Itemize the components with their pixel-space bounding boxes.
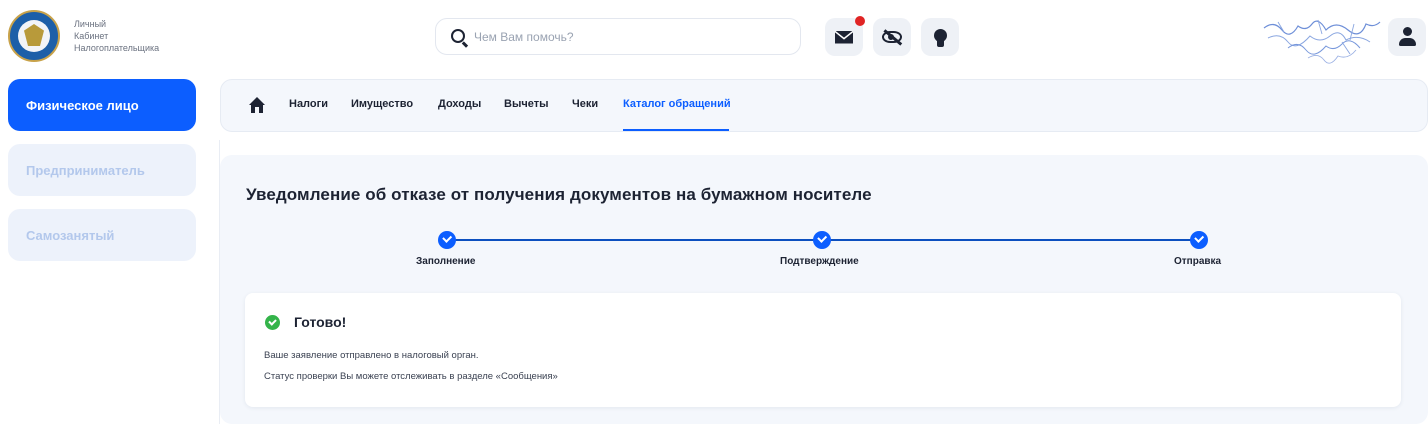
lightbulb-icon	[933, 28, 947, 47]
step-done-icon	[813, 231, 831, 249]
sidebar-item-self-employed[interactable]: Самозанятый	[8, 209, 196, 261]
brand-line: Кабинет	[74, 31, 109, 41]
brand-title: Личный Кабинет Налогоплательщика	[74, 18, 159, 54]
tab-taxes[interactable]: Налоги	[289, 98, 328, 110]
search-box[interactable]	[435, 18, 801, 55]
brand-line: Налогоплательщика	[74, 43, 160, 53]
result-message: Ваше заявление отправлено в налоговый ор…	[264, 350, 479, 361]
result-card: Готово! Ваше заявление отправлено в нало…	[245, 293, 1401, 407]
search-input[interactable]	[474, 28, 784, 46]
result-title: Готово!	[294, 314, 347, 330]
page-title: Уведомление об отказе от получения докум…	[246, 185, 872, 204]
top-nav: Налоги Имущество Доходы Вычеты Чеки Ката…	[220, 79, 1428, 132]
step-label-confirm: Подтверждение	[780, 256, 859, 267]
eye-off-icon	[882, 31, 902, 43]
user-signature-image	[1263, 19, 1381, 64]
notification-dot	[855, 16, 865, 26]
fns-logo[interactable]	[8, 10, 60, 62]
tab-property[interactable]: Имущество	[351, 98, 413, 110]
tab-deductions[interactable]: Вычеты	[504, 98, 548, 110]
step-done-icon	[1190, 231, 1208, 249]
user-icon-body	[1399, 38, 1416, 46]
user-icon	[1403, 27, 1412, 36]
active-tab-indicator	[623, 129, 729, 131]
header: Личный Кабинет Налогоплательщика	[0, 0, 1428, 76]
check-circle-icon	[265, 315, 280, 330]
search-icon	[451, 29, 465, 43]
result-status-hint: Статус проверки Вы можете отслеживать в …	[264, 371, 558, 382]
step-label-fill: Заполнение	[416, 256, 476, 267]
sidebar-item-entrepreneur[interactable]: Предприниматель	[8, 144, 196, 196]
envelope-icon	[835, 30, 853, 44]
home-icon[interactable]	[249, 97, 265, 113]
tab-appeals-catalog[interactable]: Каталог обращений	[623, 98, 731, 110]
tab-income[interactable]: Доходы	[438, 98, 481, 110]
main-panel: Уведомление об отказе от получения докум…	[220, 155, 1428, 424]
brand-line: Личный	[74, 19, 107, 29]
step-done-icon	[438, 231, 456, 249]
step-label-send: Отправка	[1174, 256, 1222, 267]
tab-receipts[interactable]: Чеки	[572, 98, 598, 110]
profile-button[interactable]	[1388, 18, 1426, 56]
messages-button[interactable]	[825, 16, 865, 56]
tips-button[interactable]	[921, 18, 959, 56]
home-icon-door	[255, 107, 259, 113]
visually-impaired-button[interactable]	[873, 18, 911, 56]
sidebar-item-individual[interactable]: Физическое лицо	[8, 79, 196, 131]
